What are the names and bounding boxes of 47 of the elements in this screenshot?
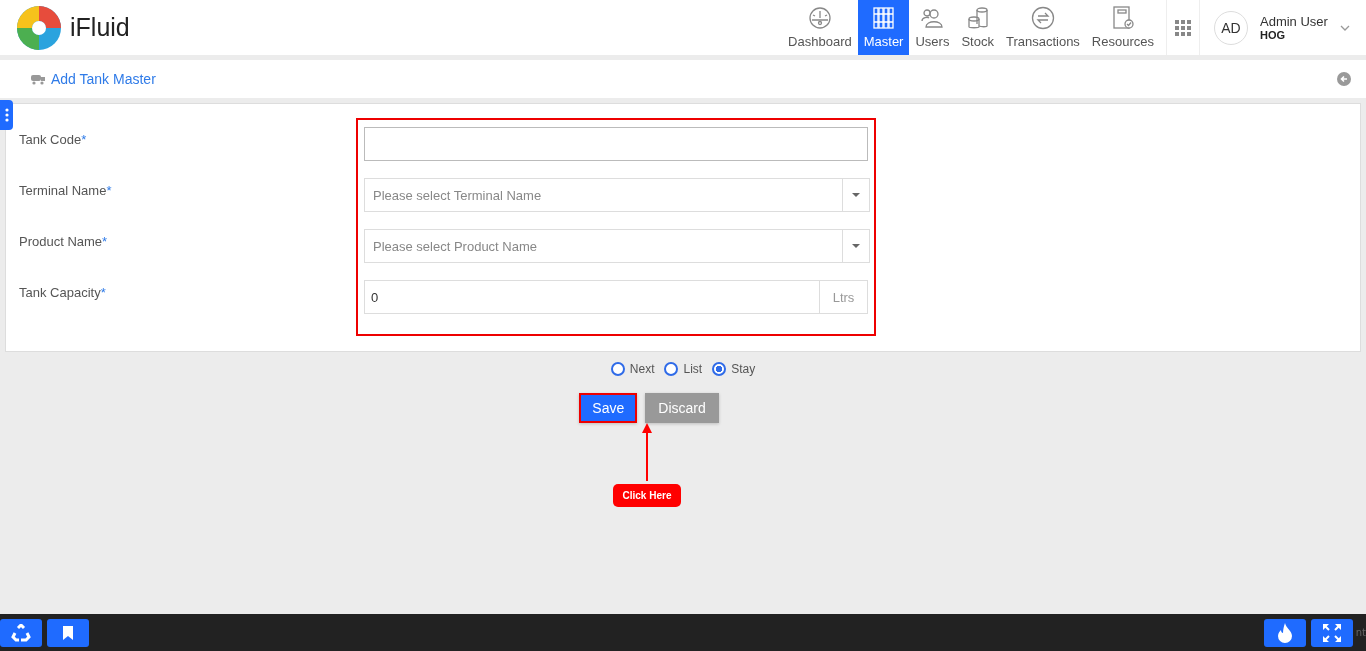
radio-option[interactable]: List bbox=[664, 362, 703, 376]
brand-name: iFluid bbox=[70, 13, 130, 42]
field-label: Terminal Name* bbox=[19, 183, 113, 200]
flame-button[interactable] bbox=[1263, 618, 1306, 647]
binders-icon bbox=[871, 6, 896, 30]
tanker-icon bbox=[31, 73, 45, 85]
callout-label: Click Here bbox=[612, 484, 682, 507]
field-label: Tank Code* bbox=[19, 132, 88, 149]
select-field[interactable]: Please select Terminal Name bbox=[364, 178, 870, 212]
chevron-down-icon[interactable] bbox=[1339, 24, 1350, 31]
unit-addon: Ltrs bbox=[820, 280, 868, 314]
back-arrow-icon[interactable] bbox=[1337, 72, 1351, 86]
more-vertical-icon bbox=[4, 108, 9, 122]
bookmark-icon bbox=[63, 625, 73, 640]
recycle-icon bbox=[11, 623, 31, 642]
number-input[interactable]: 0 bbox=[364, 280, 820, 314]
recycle-button[interactable] bbox=[0, 618, 42, 647]
expand-icon bbox=[1322, 623, 1341, 642]
text-input[interactable] bbox=[364, 127, 868, 161]
field-label: Product Name* bbox=[19, 234, 109, 251]
user-name: Admin User bbox=[1260, 14, 1328, 29]
radio-button[interactable] bbox=[610, 362, 625, 376]
pointer-arrow bbox=[642, 423, 652, 481]
radio-option[interactable]: Stay bbox=[712, 362, 756, 376]
footer-text: nt bbox=[1355, 627, 1366, 638]
app-grid-icon[interactable] bbox=[1175, 19, 1191, 36]
exchange-icon bbox=[1030, 6, 1055, 30]
select-field[interactable]: Please select Product Name bbox=[364, 229, 870, 263]
ifluid-logo-icon bbox=[16, 4, 62, 51]
coin-stack-icon bbox=[965, 6, 990, 30]
fullscreen-button[interactable] bbox=[1310, 618, 1353, 647]
gauge-icon bbox=[807, 6, 832, 30]
field-label: Tank Capacity* bbox=[19, 285, 107, 302]
flame-icon bbox=[1276, 622, 1293, 643]
user-organization: HOG bbox=[1260, 29, 1287, 41]
nav-tab[interactable]: Master bbox=[857, 0, 910, 55]
bookmark-button[interactable] bbox=[47, 618, 89, 647]
save-button[interactable]: Save bbox=[579, 393, 638, 423]
caret-icon bbox=[852, 193, 860, 197]
notebook-icon bbox=[1110, 6, 1135, 30]
radio-button[interactable] bbox=[712, 362, 727, 376]
radio-button[interactable] bbox=[664, 362, 679, 376]
users-icon bbox=[920, 6, 945, 30]
page-title: Add Tank Master bbox=[51, 71, 156, 87]
caret-icon bbox=[852, 244, 860, 248]
radio-option[interactable]: Next bbox=[610, 362, 655, 376]
side-menu-handle[interactable] bbox=[0, 100, 13, 130]
